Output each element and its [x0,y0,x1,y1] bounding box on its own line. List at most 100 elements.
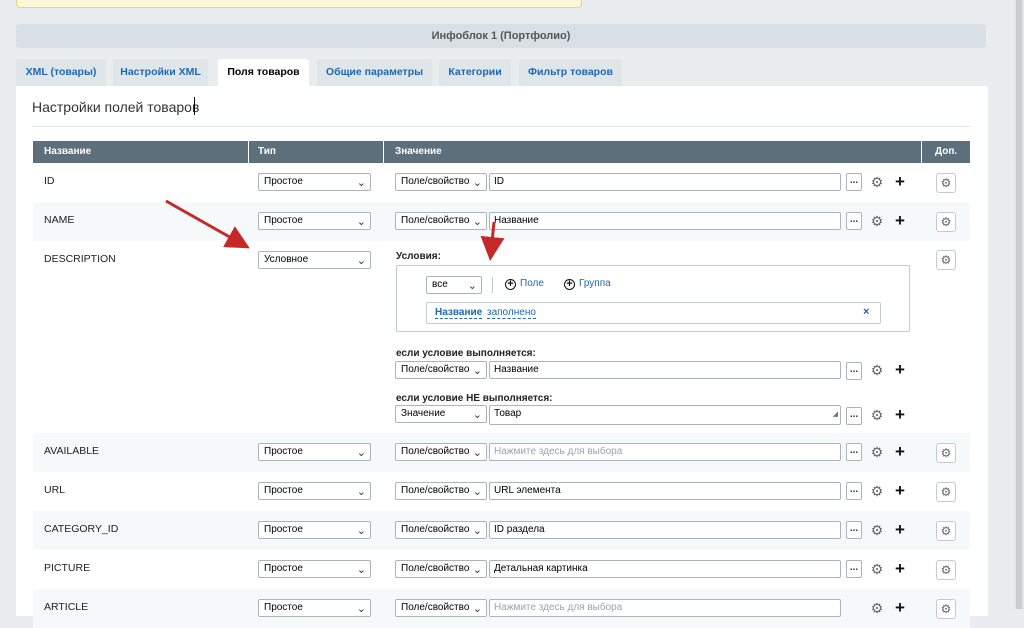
plus-icon[interactable]: + [892,482,908,499]
chevron-down-icon: ⌄ [356,177,366,189]
extra-settings-button[interactable]: ⚙ [936,212,956,232]
add-group-button[interactable]: + Группа [564,278,611,290]
type-value: Простое [264,563,303,574]
chevron-down-icon: ⌄ [472,409,482,421]
tab-general-params[interactable]: Общие параметры [317,59,432,86]
chevron-down-icon: ⌄ [472,365,482,377]
gear-icon[interactable]: ⚙ [869,600,885,616]
type-select[interactable]: Простое ⌄ [258,443,371,461]
resize-handle-icon[interactable]: ◢ [833,407,838,423]
gear-icon[interactable]: ⚙ [869,362,885,378]
extra-settings-button[interactable]: ⚙ [936,521,956,541]
value-field[interactable]: Детальная картинка [489,560,841,578]
extra-settings-button[interactable]: ⚙ [936,173,956,193]
type-select[interactable]: Простое ⌄ [258,560,371,578]
browse-button[interactable]: ... [846,560,862,578]
tab-xml-goods[interactable]: XML (товары) [16,59,106,86]
page-scrollbar[interactable] [1014,0,1024,609]
extra-settings-button[interactable]: ⚙ [936,443,956,463]
gear-icon[interactable]: ⚙ [869,174,885,190]
gear-icon[interactable]: ⚙ [869,522,885,538]
plus-icon[interactable]: + [892,560,908,577]
gear-icon[interactable]: ⚙ [869,444,885,460]
source-select[interactable]: Поле/свойство ⌄ [395,212,487,230]
plus-icon[interactable]: + [892,521,908,538]
value-field[interactable]: Нажмите здесь для выбора [489,443,841,461]
source-select[interactable]: Поле/свойство ⌄ [395,443,487,461]
plus-icon[interactable]: + [892,443,908,460]
scrollbar-thumb[interactable] [1016,0,1022,609]
gear-icon[interactable]: ⚙ [869,213,885,229]
value-field[interactable]: ID [489,173,841,191]
type-value: Простое [264,446,303,457]
table-row: PICTURE Простое ⌄ Поле/свойство ⌄ Детальна… [33,550,970,589]
gear-icon[interactable]: ⚙ [869,407,885,423]
logic-select[interactable]: все ⌄ [426,276,482,294]
if-false-label: если условие НЕ выполняется: [396,393,553,404]
type-select[interactable]: Условное ⌄ [258,251,371,269]
type-select[interactable]: Простое ⌄ [258,599,371,617]
extra-settings-button[interactable]: ⚙ [936,560,956,580]
type-value: Простое [264,485,303,496]
field-name: PICTURE [44,562,91,574]
source-select[interactable]: Поле/свойство ⌄ [395,482,487,500]
field-name: ARTICLE [44,601,89,613]
source-select[interactable]: Поле/свойство ⌄ [395,560,487,578]
browse-button[interactable]: ... [846,443,862,461]
tab-product-fields[interactable]: Поля товаров [218,59,309,87]
chevron-down-icon: ⌄ [356,486,366,498]
type-select[interactable]: Простое ⌄ [258,173,371,191]
if-true-value-field[interactable]: Название [489,361,841,379]
tab-categories[interactable]: Категории [439,59,511,86]
type-select[interactable]: Простое ⌄ [258,521,371,539]
type-value: Условное [264,254,309,265]
browse-button[interactable]: ... [846,407,862,425]
settings-panel: Настройки полей товаров Название Тип Зна… [16,86,988,628]
chevron-down-icon: ⌄ [467,280,477,292]
type-select[interactable]: Простое ⌄ [258,482,371,500]
section-title: Настройки полей товаров [32,99,200,115]
notice-bar [16,0,582,8]
type-select[interactable]: Простое ⌄ [258,212,371,230]
source-select[interactable]: Поле/свойство ⌄ [395,599,487,617]
gear-icon[interactable]: ⚙ [869,483,885,499]
value-field[interactable]: Название [489,212,841,230]
table-row-conditional: DESCRIPTION Условное ⌄ Условия: все ⌄ + Пол… [33,241,970,433]
value-field[interactable]: Нажмите здесь для выбора [489,599,841,617]
plus-icon[interactable]: + [892,406,908,423]
browse-button[interactable]: ... [846,362,862,380]
browse-button[interactable]: ... [846,482,862,500]
value-field[interactable]: URL элемента [489,482,841,500]
tab-product-filter[interactable]: Фильтр товаров [519,59,622,86]
table-row: ID Простое ⌄ Поле/свойство ⌄ ID ... ⚙ + ⚙ [33,163,970,202]
chevron-down-icon: ⌄ [356,564,366,576]
add-field-button[interactable]: + Поле [505,278,544,290]
browse-button[interactable]: ... [846,521,862,539]
if-true-source-select[interactable]: Поле/свойство ⌄ [395,361,487,379]
source-value: Поле/свойство [401,563,470,574]
extra-settings-button[interactable]: ⚙ [936,482,956,502]
browse-button[interactable]: ... [846,212,862,230]
if-false-source-select[interactable]: Значение ⌄ [395,405,487,423]
chevron-down-icon: ⌄ [472,177,482,189]
condition-operator-link[interactable]: заполнено [487,307,536,319]
close-icon[interactable]: × [863,306,869,318]
browse-button[interactable]: ... [846,173,862,191]
table-row: CATEGORY_ID Простое ⌄ Поле/свойство ⌄ ID р… [33,511,970,550]
plus-icon[interactable]: + [892,212,908,229]
col-divider [248,141,249,163]
plus-icon[interactable]: + [892,173,908,190]
extra-settings-button[interactable]: ⚙ [936,599,956,619]
tab-xml-settings[interactable]: Настройки XML [113,59,208,86]
plus-icon[interactable]: + [892,599,908,616]
gear-icon[interactable]: ⚙ [869,561,885,577]
condition-field-link[interactable]: Название [435,307,483,319]
source-select[interactable]: Поле/свойство ⌄ [395,173,487,191]
chevron-down-icon: ⌄ [472,216,482,228]
extra-settings-button[interactable]: ⚙ [936,250,956,270]
field-name: CATEGORY_ID [44,523,119,535]
value-field[interactable]: ID раздела [489,521,841,539]
source-select[interactable]: Поле/свойство ⌄ [395,521,487,539]
plus-icon[interactable]: + [892,361,908,378]
if-false-value-textarea[interactable]: Товар ◢ [489,405,841,425]
